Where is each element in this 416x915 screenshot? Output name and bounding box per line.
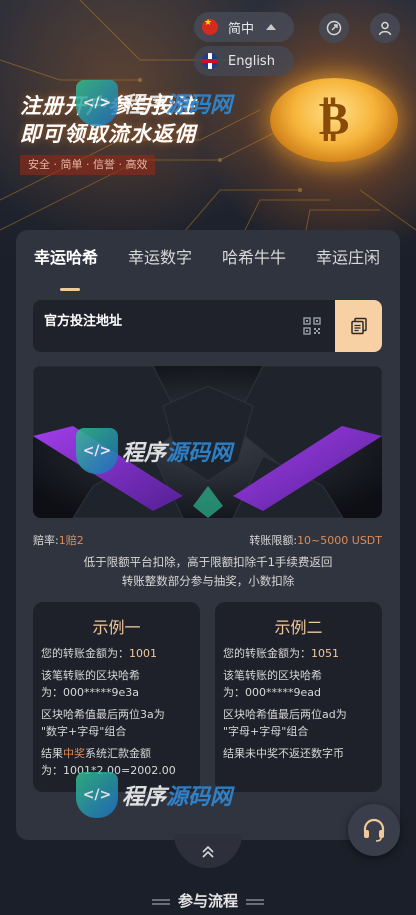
odds-info: 赔率:1赔2 <box>33 532 84 548</box>
example-rule-1: 区块哈希值最后两位ad为 <box>223 708 347 721</box>
watermark-shield-icon: </> <box>76 80 118 126</box>
example-title: 示例一 <box>92 618 141 637</box>
example-result: 结果中奖系统汇款金额 <box>41 747 151 760</box>
game-card: 幸运哈希 幸运数字 哈希牛牛 幸运庄闲 官方投注地址 赔率:1赔2 转账限额:1… <box>16 230 400 840</box>
tab-hash-niuniu[interactable]: 哈希牛牛 <box>222 244 286 274</box>
example-hash-label: 该笔转账的区块哈希 <box>41 669 140 682</box>
watermark-shield-icon: </> <box>76 772 118 818</box>
example-card-1: 示例一 您的转账金额为：1001 该笔转账的区块哈希 为：000*****9e3… <box>33 602 200 792</box>
example-rule-2: "数字+字母"组合 <box>41 725 127 738</box>
limit-info: 转账限额:10~5000 USDT <box>249 532 382 548</box>
language-current-label: 简中 <box>228 21 255 37</box>
tab-lucky-banker[interactable]: 幸运庄闲 <box>316 244 380 274</box>
watermark-logo: </> 程序源码网 <box>76 80 232 126</box>
title-decoration-right <box>246 898 264 905</box>
external-link-icon <box>326 20 342 36</box>
china-flag-icon <box>202 19 218 35</box>
title-decoration-left <box>151 898 170 905</box>
qr-code-button[interactable] <box>298 312 326 340</box>
tab-lucky-number[interactable]: 幸运数字 <box>128 244 192 274</box>
external-link-button[interactable] <box>319 13 349 43</box>
bet-address-box: 官方投注地址 <box>33 300 382 352</box>
qr-code-icon <box>303 317 321 335</box>
watermark-text: 程序源码网 <box>122 441 233 466</box>
collapse-button[interactable] <box>174 834 242 868</box>
watermark-logo: </> 程序源码网 <box>76 428 232 474</box>
caret-up-icon <box>266 24 277 30</box>
bet-address-label: 官方投注地址 <box>44 314 123 329</box>
example-amount: 您的转账金额为：1001 <box>41 647 157 660</box>
uk-flag-icon <box>202 53 218 69</box>
active-tab-indicator <box>60 288 80 291</box>
bitcoin-coin-icon: ₿ <box>270 78 398 162</box>
copy-icon <box>350 317 367 335</box>
watermark-shield-icon: </> <box>76 428 118 474</box>
example-rule-2: "字母+字母"组合 <box>223 725 309 738</box>
example-rule-1: 区块哈希值最后两位3a为 <box>41 708 165 721</box>
hero-tagline: 安全 · 简单 · 信誉 · 高效 <box>20 155 156 175</box>
odds-label: 赔率: <box>33 534 59 547</box>
watermark-text: 程序源码网 <box>122 93 233 118</box>
rule-note-1: 低于限额平台扣除，高于限额扣除千1手续费返回 <box>83 555 333 569</box>
language-alt-label: English <box>228 53 275 69</box>
odds-row: 赔率:1赔2 转账限额:10~5000 USDT <box>33 532 382 550</box>
user-icon <box>378 21 392 36</box>
example-amount: 您的转账金额为：1051 <box>223 647 339 660</box>
example-card-2: 示例二 您的转账金额为：1051 该笔转账的区块哈希 为：000*****9ea… <box>215 602 382 792</box>
language-selector[interactable]: 简中 <box>194 12 294 42</box>
copy-address-button[interactable] <box>335 300 382 352</box>
tab-lucky-hash[interactable]: 幸运哈希 <box>34 244 98 274</box>
user-button[interactable] <box>370 13 400 43</box>
odds-value: 1赔2 <box>58 534 84 547</box>
limit-label: 转账限额: <box>249 534 298 547</box>
example-result: 结果未中奖不返还数字币 <box>223 747 344 760</box>
double-chevron-up-icon <box>202 845 214 858</box>
language-option-english[interactable]: English <box>194 46 294 76</box>
example-hash: 为：000*****9e3a <box>41 686 140 699</box>
example-hash-label: 该笔转账的区块哈希 <box>223 669 322 682</box>
customer-support-button[interactable] <box>348 804 400 856</box>
watermark-logo: </> 程序源码网 <box>76 772 232 818</box>
example-hash: 为：000*****9ead <box>223 686 321 699</box>
process-section-title: 参与流程 <box>0 890 416 911</box>
game-tabs: 幸运哈希 幸运数字 哈希牛牛 幸运庄闲 <box>16 244 400 291</box>
headset-icon <box>363 818 385 842</box>
watermark-text: 程序源码网 <box>122 785 233 810</box>
limit-value: 10~5000 USDT <box>297 534 382 547</box>
example-title: 示例二 <box>274 618 323 637</box>
rule-note-2: 转账整数部分参与抽奖，小数扣除 <box>121 574 295 588</box>
